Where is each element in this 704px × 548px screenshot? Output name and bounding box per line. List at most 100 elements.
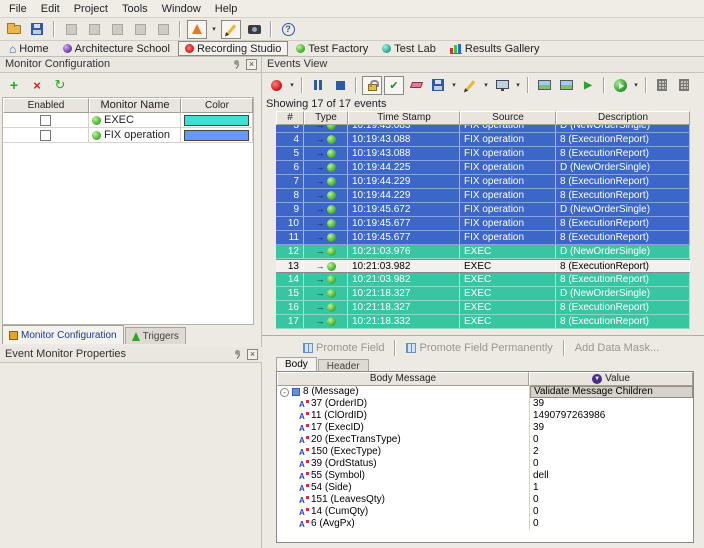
event-row[interactable]: 10 10:19:45.677 FIX operation 8 (Executi… — [276, 217, 690, 231]
edit-dropdown-icon[interactable]: ▾ — [482, 81, 490, 89]
tab-results-gallery[interactable]: Results Gallery — [444, 41, 546, 56]
column-type[interactable]: Type — [304, 111, 348, 125]
record-icon[interactable] — [266, 76, 286, 95]
event-row[interactable]: 5 10:19:43.088 FIX operation 8 (Executio… — [276, 147, 690, 161]
tab-architecture-school[interactable]: Architecture School — [57, 41, 176, 56]
building-icon[interactable] — [652, 76, 672, 95]
pause-icon[interactable] — [308, 76, 328, 95]
monitor-row[interactable]: FIX operation — [3, 128, 253, 143]
delete-monitor-icon[interactable]: × — [27, 76, 47, 95]
add-monitor-icon[interactable]: + — [4, 76, 24, 95]
enabled-checkbox[interactable] — [40, 130, 51, 141]
play-icon[interactable] — [610, 76, 630, 95]
column-number[interactable]: # — [276, 111, 304, 125]
building-alt-icon[interactable] — [674, 76, 694, 95]
accept-events-icon[interactable]: ✔ — [384, 76, 404, 95]
snapshot-icon[interactable] — [244, 20, 264, 39]
message-field-row[interactable]: - 6 (AvgPx) 0 — [277, 518, 693, 530]
message-field-row[interactable]: - 8 (Message) Validate Message Children — [277, 386, 693, 398]
event-row[interactable]: 11 10:19:45.677 FIX operation 8 (Executi… — [276, 231, 690, 245]
event-row[interactable]: 9 10:19:45.672 FIX operation D (NewOrder… — [276, 203, 690, 217]
tab-test-lab[interactable]: Test Lab — [376, 41, 442, 56]
message-field-row[interactable]: - 37 (OrderID) 39 — [277, 398, 693, 410]
tab-triggers[interactable]: Triggers — [125, 327, 186, 344]
column-time-stamp[interactable]: Time Stamp — [348, 111, 460, 125]
event-row[interactable]: 12 10:21:03.976 EXEC D (NewOrderSingle) — [276, 245, 690, 259]
message-field-row[interactable]: - 150 (ExecType) 2 — [277, 446, 693, 458]
record-dropdown-icon[interactable]: ▾ — [288, 81, 296, 89]
color-swatch[interactable] — [184, 130, 249, 141]
tab-home[interactable]: ⌂ Home — [3, 41, 55, 56]
forward-icon[interactable]: ▶ — [578, 76, 598, 95]
tab-body[interactable]: Body — [276, 357, 317, 372]
redo-icon[interactable] — [153, 20, 173, 39]
event-row[interactable]: 14 10:21:03.982 EXEC 8 (ExecutionReport) — [276, 273, 690, 287]
save-dropdown-icon[interactable]: ▾ — [450, 81, 458, 89]
menu-edit[interactable]: Edit — [34, 1, 67, 17]
close-panel-icon[interactable]: × — [247, 349, 258, 360]
column-value[interactable]: ▼ Value — [529, 372, 693, 386]
copy-icon[interactable] — [84, 20, 104, 39]
export-image-icon[interactable] — [534, 76, 554, 95]
lock-events-icon[interactable] — [362, 76, 382, 95]
event-row[interactable]: 17 10:21:18.332 EXEC 8 (ExecutionReport) — [276, 315, 690, 329]
promote-field-button[interactable]: Promote Field — [300, 342, 387, 354]
close-panel-icon[interactable]: × — [246, 59, 257, 70]
tab-test-factory[interactable]: Test Factory — [290, 41, 374, 56]
play-dropdown-icon[interactable]: ▾ — [632, 81, 640, 89]
event-row[interactable]: 4 10:19:43.088 FIX operation 8 (Executio… — [276, 133, 690, 147]
event-row[interactable]: 3 10:19:43.083 FIX operation D (NewOrder… — [276, 125, 690, 133]
color-swatch[interactable] — [184, 115, 249, 126]
menu-file[interactable]: File — [2, 1, 34, 17]
message-field-row[interactable]: - 11 (ClOrdID) 1490797263986 — [277, 410, 693, 422]
clear-events-icon[interactable] — [406, 76, 426, 95]
column-source[interactable]: Source — [460, 111, 556, 125]
open-project-icon[interactable] — [4, 20, 24, 39]
edit-mode-icon[interactable] — [221, 20, 241, 39]
menu-help[interactable]: Help — [208, 1, 245, 17]
refresh-monitors-icon[interactable]: ↻ — [50, 76, 70, 95]
event-row[interactable]: 15 10:21:18.327 EXEC D (NewOrderSingle) — [276, 287, 690, 301]
menu-tools[interactable]: Tools — [115, 1, 155, 17]
message-field-row[interactable]: - 14 (CumQty) 0 — [277, 506, 693, 518]
event-row[interactable]: 6 10:19:44.225 FIX operation D (NewOrder… — [276, 161, 690, 175]
event-row[interactable]: 7 10:19:44.229 FIX operation 8 (Executio… — [276, 175, 690, 189]
menu-project[interactable]: Project — [67, 1, 115, 17]
message-field-row[interactable]: - 39 (OrdStatus) 0 — [277, 458, 693, 470]
menu-window[interactable]: Window — [155, 1, 208, 17]
column-body-message[interactable]: Body Message — [277, 372, 529, 386]
edit-events-icon[interactable] — [460, 76, 480, 95]
message-field-row[interactable]: - 20 (ExecTransType) 0 — [277, 434, 693, 446]
undo-icon[interactable] — [130, 20, 150, 39]
event-row[interactable]: 13 10:21:03.982 EXEC 8 (ExecutionReport) — [276, 259, 690, 273]
stop-icon[interactable] — [330, 76, 350, 95]
help-icon[interactable]: ? — [278, 20, 298, 39]
monitor-row[interactable]: EXEC — [3, 113, 253, 128]
display-dropdown-icon[interactable]: ▾ — [514, 81, 522, 89]
message-field-row[interactable]: - 151 (LeavesQty) 0 — [277, 494, 693, 506]
gallery-icon[interactable] — [556, 76, 576, 95]
column-description[interactable]: Description — [556, 111, 690, 125]
tab-monitor-configuration[interactable]: Monitor Configuration — [2, 325, 124, 344]
tab-recording-studio[interactable]: Recording Studio — [178, 41, 288, 56]
save-icon[interactable] — [27, 20, 47, 39]
recorder-dropdown-icon[interactable]: ▾ — [210, 25, 218, 33]
message-field-row[interactable]: - 55 (Symbol) dell — [277, 470, 693, 482]
pin-icon[interactable] — [232, 59, 243, 70]
event-time: 10:21:18.332 — [348, 315, 460, 328]
recorder-tool-icon[interactable] — [187, 20, 207, 39]
message-field-row[interactable]: - 54 (Side) 1 — [277, 482, 693, 494]
tree-expander-icon[interactable]: - — [280, 388, 289, 397]
promote-field-permanently-button[interactable]: Promote Field Permanently — [403, 342, 555, 354]
enabled-checkbox[interactable] — [40, 115, 51, 126]
cut-icon[interactable] — [61, 20, 81, 39]
add-data-mask-button[interactable]: Add Data Mask... — [572, 342, 662, 354]
save-events-icon[interactable] — [428, 76, 448, 95]
event-row[interactable]: 8 10:19:44.229 FIX operation 8 (Executio… — [276, 189, 690, 203]
pin-icon[interactable] — [233, 349, 244, 360]
event-row[interactable]: 16 10:21:18.327 EXEC 8 (ExecutionReport) — [276, 301, 690, 315]
display-options-icon[interactable] — [492, 76, 512, 95]
message-field-row[interactable]: - 17 (ExecID) 39 — [277, 422, 693, 434]
paste-icon[interactable] — [107, 20, 127, 39]
value-filter-icon[interactable]: ▼ — [592, 374, 602, 384]
